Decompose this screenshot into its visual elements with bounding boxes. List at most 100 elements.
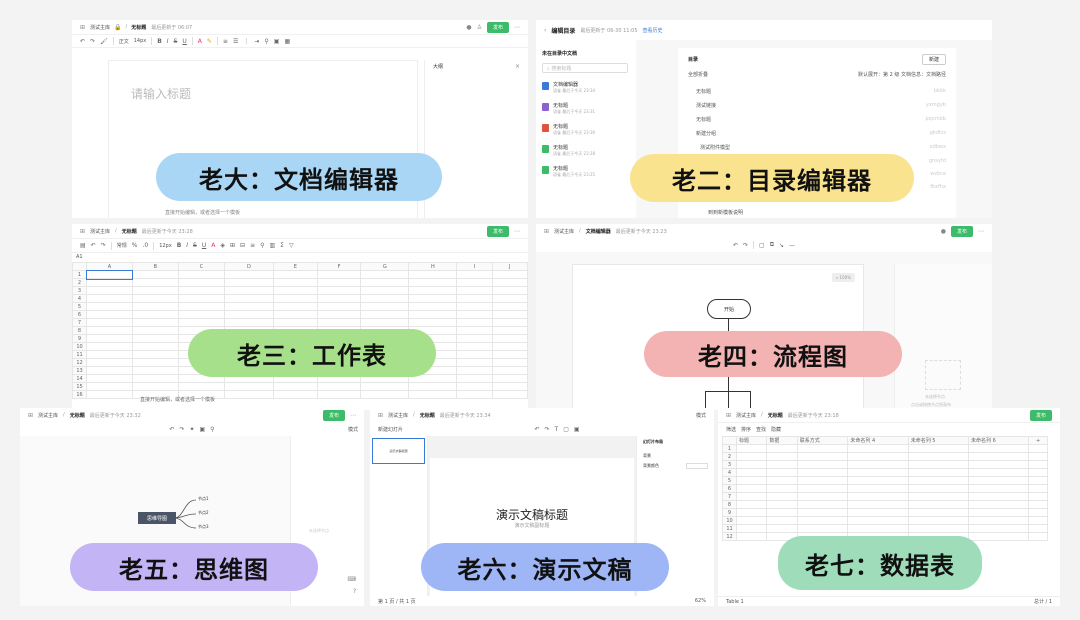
size-select[interactable]: 12px	[159, 243, 172, 249]
table-cell[interactable]	[968, 492, 1030, 501]
sheet-cell[interactable]	[224, 390, 274, 399]
redo-icon[interactable]: ↷	[101, 242, 106, 249]
table-cell[interactable]	[796, 452, 849, 461]
table-cell[interactable]	[796, 468, 849, 477]
sheet-cell[interactable]	[224, 286, 274, 295]
table-cell[interactable]	[847, 484, 909, 493]
filter-button[interactable]: 筛选	[726, 426, 736, 433]
sheet-cell[interactable]	[86, 302, 133, 311]
table-cell[interactable]	[847, 524, 909, 533]
user-icon[interactable]: ♙	[477, 24, 482, 31]
table-cell[interactable]	[735, 508, 768, 517]
table-cell[interactable]	[907, 452, 970, 461]
side-doc-item[interactable]: 无标题 语雀 最后于今天 23:25	[542, 165, 628, 178]
row-header[interactable]: 5	[72, 302, 87, 311]
table-cell[interactable]	[968, 444, 1030, 453]
crumb-doc[interactable]: 无标题	[122, 228, 137, 235]
sheet-cell[interactable]	[272, 278, 319, 287]
crumb-doc[interactable]: 无标题	[420, 412, 435, 419]
col-header[interactable]: G	[360, 262, 410, 271]
highlight-icon[interactable]: ✎	[207, 38, 212, 45]
sum-icon[interactable]: Σ	[280, 242, 284, 249]
table-cell[interactable]	[735, 500, 768, 509]
table-cell[interactable]	[968, 484, 1030, 493]
table-col-header[interactable]: 未命名列 5	[907, 436, 970, 445]
link-icon[interactable]: ⚲	[260, 242, 264, 249]
sheet-cell[interactable]	[177, 278, 226, 287]
font-color-icon[interactable]: A	[211, 242, 215, 249]
table-cell[interactable]	[796, 516, 849, 525]
table-cell[interactable]	[847, 460, 909, 469]
table-cell[interactable]	[907, 524, 970, 533]
toc-row[interactable]: 无标题 bkbk	[678, 88, 956, 95]
sheet-cell[interactable]	[360, 302, 410, 311]
sheet-cell[interactable]	[491, 302, 528, 311]
table-cell[interactable]	[907, 516, 970, 525]
sheet-cell[interactable]	[317, 278, 362, 287]
table-cell[interactable]	[796, 484, 849, 493]
sheet-cell[interactable]	[317, 390, 362, 399]
table-cell[interactable]	[735, 452, 768, 461]
sheet-cell[interactable]	[131, 350, 179, 359]
sheet-cell[interactable]	[86, 278, 133, 287]
underline-icon[interactable]: U	[182, 38, 186, 45]
table-cell[interactable]	[907, 444, 970, 453]
row-header[interactable]: 10	[72, 342, 87, 351]
sheet-cell[interactable]	[360, 270, 410, 279]
sheet-cell[interactable]	[491, 374, 528, 383]
sheet-cell[interactable]	[491, 390, 528, 399]
mind-node-1[interactable]: 节点1	[198, 496, 209, 502]
mode-button[interactable]: 模式	[696, 412, 706, 419]
toc-row[interactable]: 测试链接 yxmgyb	[678, 102, 956, 109]
sheet-cell[interactable]	[131, 278, 179, 287]
history-link[interactable]: 查看历史	[643, 27, 663, 34]
redo-icon[interactable]: ↷	[545, 426, 550, 433]
table-cell[interactable]	[847, 452, 909, 461]
copy-icon[interactable]: ⧉	[770, 241, 774, 249]
mind-node-2[interactable]: 节点2	[198, 510, 209, 516]
publish-button[interactable]: 发布	[1029, 409, 1052, 421]
slide-title[interactable]: 演示文稿标题	[430, 506, 634, 523]
table-cell[interactable]	[796, 460, 849, 469]
side-doc-item[interactable]: 无标题 语雀 最后于今天 23:28	[542, 144, 628, 157]
sheet-cell[interactable]	[272, 382, 319, 391]
sheet-cell[interactable]	[360, 278, 410, 287]
bold-icon[interactable]: B	[157, 38, 162, 45]
italic-icon[interactable]: I	[167, 38, 169, 45]
table-cell[interactable]	[847, 500, 909, 509]
table-cell[interactable]	[766, 492, 798, 501]
sheet-cell[interactable]	[85, 269, 134, 280]
row-header[interactable]: 12	[72, 358, 87, 367]
redo-icon[interactable]: ↷	[743, 242, 748, 249]
side-doc-item[interactable]: 无标题 语雀 最后于今天 23:30	[542, 123, 628, 136]
sheet-cell[interactable]	[224, 294, 274, 303]
cell-ref[interactable]: A1	[72, 252, 528, 261]
table-cell[interactable]	[968, 452, 1030, 461]
back-icon[interactable]: ‹	[544, 27, 546, 34]
indent-icon[interactable]: ⇥	[254, 38, 259, 45]
publish-button[interactable]: 发布	[950, 225, 973, 237]
table-cell[interactable]	[907, 476, 970, 485]
more-icon[interactable]: ⋯	[978, 228, 984, 235]
sheet-cell[interactable]	[360, 310, 410, 319]
table-cell[interactable]	[735, 532, 768, 541]
table-cell[interactable]	[766, 468, 798, 477]
sheet-cell[interactable]	[224, 382, 274, 391]
sheet-cell[interactable]	[177, 270, 226, 279]
font-color-icon[interactable]: A	[198, 38, 202, 45]
align-icon[interactable]: ≡	[223, 38, 228, 45]
table-cell[interactable]	[766, 452, 798, 461]
sheet-cell[interactable]	[491, 310, 528, 319]
col-header[interactable]: B	[131, 262, 179, 271]
sort-button[interactable]: 排序	[741, 426, 751, 433]
redo-icon[interactable]: ↷	[90, 38, 95, 45]
table-cell[interactable]	[847, 508, 909, 517]
grid-icon[interactable]: ⊞	[544, 228, 549, 235]
find-button[interactable]: 查找	[756, 426, 766, 433]
sheet-cell[interactable]	[360, 294, 410, 303]
sheet-cell[interactable]	[408, 318, 458, 327]
mind-root-node[interactable]: 思维导图	[138, 512, 176, 524]
table-cell[interactable]	[907, 468, 970, 477]
sheet-cell[interactable]	[272, 286, 319, 295]
table-cell[interactable]	[847, 444, 909, 453]
